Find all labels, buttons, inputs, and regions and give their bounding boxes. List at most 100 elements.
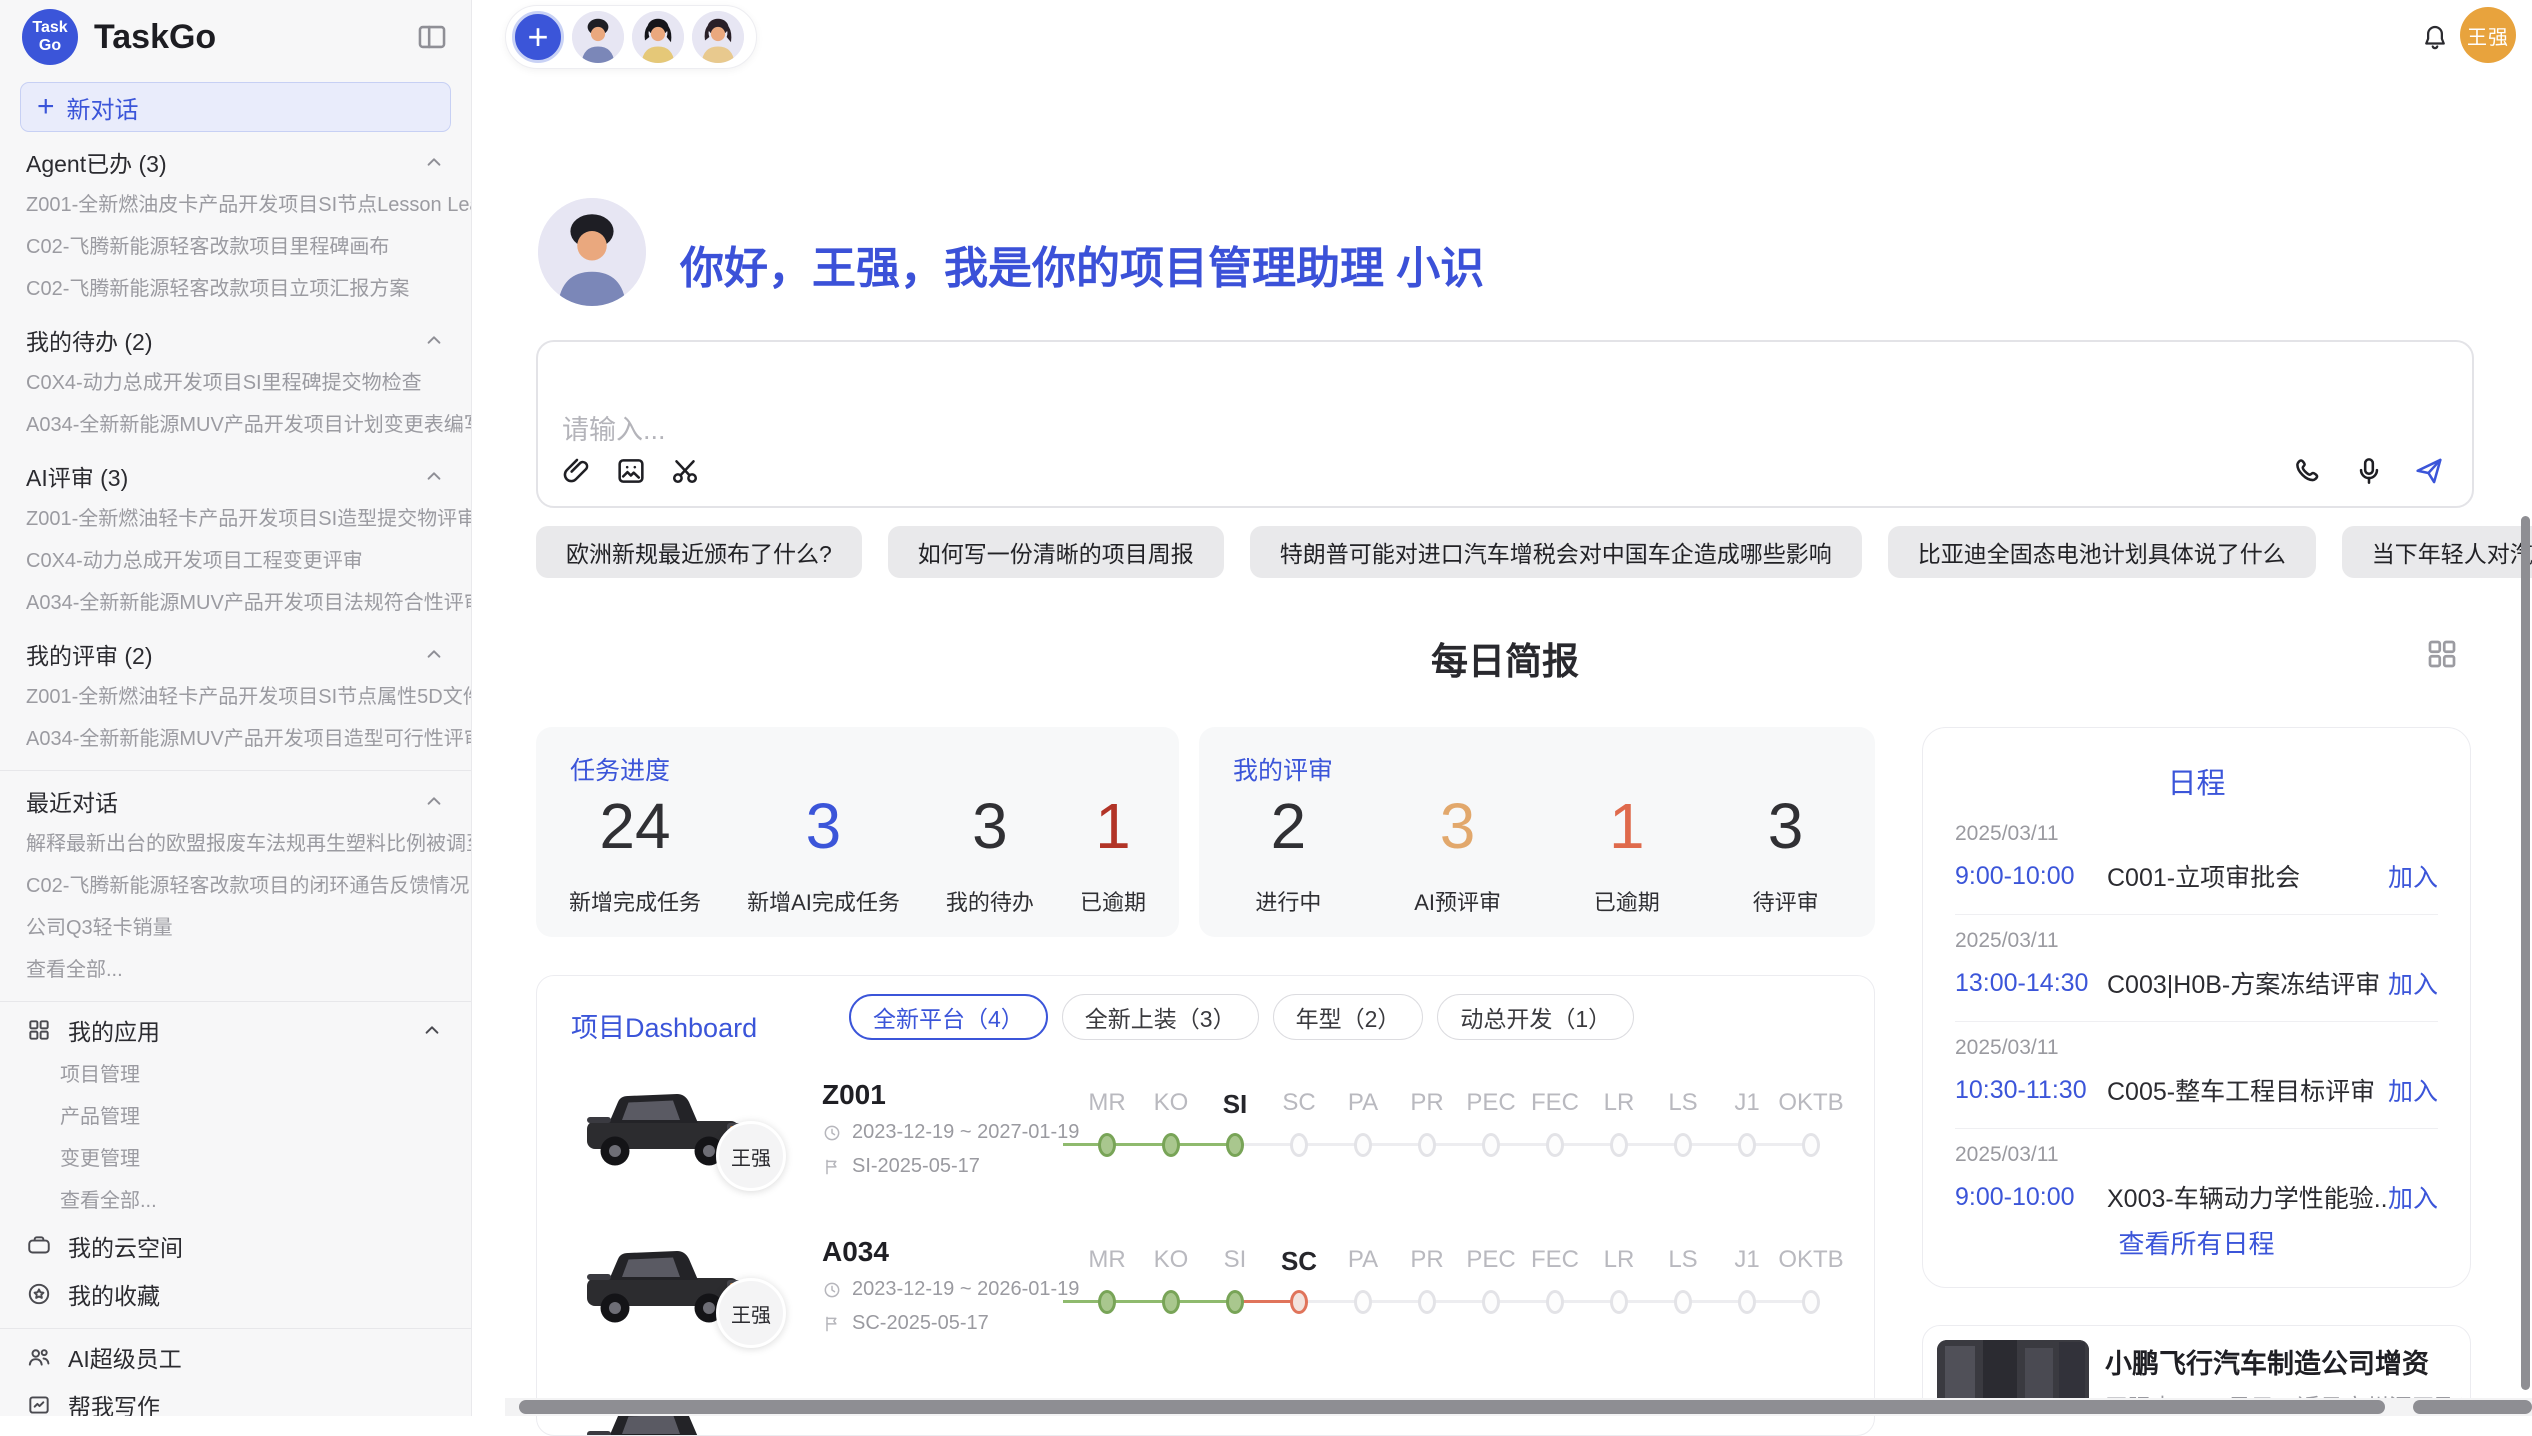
suggestion-chip[interactable]: 特朗普可能对进口汽车增税会对中国车企造成哪些影响 bbox=[1250, 526, 1862, 578]
notification-bell-icon[interactable] bbox=[2420, 22, 2450, 52]
milestone-label: PA bbox=[1328, 1089, 1398, 1117]
chat-input[interactable]: 请输入... bbox=[536, 340, 2474, 508]
schedule-name: X003-车辆动力学性能验... bbox=[2107, 1179, 2388, 1215]
horizontal-scrollbar-track[interactable] bbox=[505, 1398, 2532, 1416]
voice-call-icon[interactable] bbox=[2292, 454, 2326, 488]
milestone-dot[interactable] bbox=[1482, 1290, 1500, 1314]
app-item[interactable]: 产品管理 bbox=[0, 1096, 471, 1138]
sidebar-section-header[interactable]: Agent已办 (3) bbox=[0, 140, 471, 184]
sidebar-link-cloud-space[interactable]: 我的云空间 bbox=[0, 1222, 471, 1270]
add-agent-button[interactable]: + bbox=[512, 11, 564, 63]
milestone-dot[interactable] bbox=[1674, 1133, 1692, 1157]
milestone-dot[interactable] bbox=[1674, 1290, 1692, 1314]
microphone-icon[interactable] bbox=[2352, 454, 2386, 488]
sidebar-item[interactable]: Z001-全新燃油轻卡产品开发项目SI节点属性5D文件评审 bbox=[0, 676, 471, 718]
milestone-dot[interactable] bbox=[1098, 1133, 1116, 1157]
milestone-dot[interactable] bbox=[1802, 1133, 1820, 1157]
milestone-dot[interactable] bbox=[1610, 1133, 1628, 1157]
sidebar-item[interactable]: C02-飞腾新能源轻客改款项目里程碑画布 bbox=[0, 226, 471, 268]
horizontal-scrollbar-thumb-2[interactable] bbox=[2413, 1400, 2532, 1414]
project-code: A034 bbox=[822, 1236, 889, 1268]
milestone-dot[interactable] bbox=[1290, 1290, 1308, 1314]
sidebar-section-title: 我的评审 (2) bbox=[26, 637, 153, 671]
recent-chats-header[interactable]: 最近对话 bbox=[0, 779, 471, 823]
agent-avatar-1[interactable] bbox=[572, 11, 624, 63]
sidebar-section-header[interactable]: 我的待办 (2) bbox=[0, 318, 471, 362]
milestone-dot[interactable] bbox=[1738, 1290, 1756, 1314]
join-link[interactable]: 加入 bbox=[2388, 1072, 2438, 1108]
view-all-chats-link[interactable]: 查看全部... bbox=[0, 949, 471, 991]
milestone-label: PEC bbox=[1456, 1246, 1526, 1274]
milestone-dot[interactable] bbox=[1354, 1133, 1372, 1157]
milestone-dot[interactable] bbox=[1546, 1133, 1564, 1157]
suggestion-chip[interactable]: 欧洲新规最近颁布了什么? bbox=[536, 526, 862, 578]
suggestion-chip[interactable]: 当下年轻人对汽车外观有怎样的喜好趋势 bbox=[2342, 526, 2532, 578]
milestone-dot[interactable] bbox=[1418, 1133, 1436, 1157]
recent-chat-item[interactable]: 公司Q3轻卡销量 bbox=[0, 907, 471, 949]
image-upload-icon[interactable] bbox=[614, 454, 648, 488]
milestone-dot[interactable] bbox=[1610, 1290, 1628, 1314]
project-owner-avatar[interactable]: 王强 bbox=[716, 1278, 786, 1348]
new-chat-button[interactable]: + 新对话 bbox=[20, 82, 451, 132]
stat-value: 24 bbox=[569, 789, 701, 863]
milestone-dot[interactable] bbox=[1802, 1290, 1820, 1314]
milestone-dot[interactable] bbox=[1098, 1290, 1116, 1314]
milestone-label: SI bbox=[1200, 1089, 1270, 1120]
milestone-label: LS bbox=[1648, 1089, 1718, 1117]
sidebar-link-favorites[interactable]: 我的收藏 bbox=[0, 1270, 471, 1318]
milestone-label: OKTB bbox=[1776, 1089, 1846, 1117]
agent-avatar-2[interactable] bbox=[632, 11, 684, 63]
join-link[interactable]: 加入 bbox=[2388, 965, 2438, 1001]
recent-chat-item[interactable]: C02-飞腾新能源轻客改款项目的闭环通告反馈情况 bbox=[0, 865, 471, 907]
suggestion-chip[interactable]: 如何写一份清晰的项目周报 bbox=[888, 526, 1224, 578]
app-item[interactable]: 项目管理 bbox=[0, 1054, 471, 1096]
sidebar-section-header[interactable]: AI评审 (3) bbox=[0, 454, 471, 498]
attachment-icon[interactable] bbox=[560, 454, 594, 488]
flag-icon bbox=[822, 1314, 842, 1334]
milestone-dot[interactable] bbox=[1482, 1133, 1500, 1157]
milestone-dot[interactable] bbox=[1546, 1290, 1564, 1314]
dashboard-filter[interactable]: 全新上装（3） bbox=[1062, 994, 1259, 1040]
user-avatar[interactable]: 王强 bbox=[2460, 7, 2516, 63]
join-link[interactable]: 加入 bbox=[2388, 858, 2438, 894]
stat-label: 待评审 bbox=[1753, 885, 1819, 917]
recent-chat-item[interactable]: 解释最新出台的欧盟报废车法规再生塑料比例被调至15%... bbox=[0, 823, 471, 865]
my-apps-header[interactable]: 我的应用 bbox=[0, 1006, 471, 1054]
milestone-dot[interactable] bbox=[1738, 1133, 1756, 1157]
milestone-dot[interactable] bbox=[1418, 1290, 1436, 1314]
sidebar-item[interactable]: C02-飞腾新能源轻客改款项目立项汇报方案 bbox=[0, 268, 471, 310]
send-icon[interactable] bbox=[2412, 454, 2446, 488]
sidebar-item[interactable]: A034-全新新能源MUV产品开发项目计划变更表编写 bbox=[0, 404, 471, 446]
view-all-schedule-link[interactable]: 查看所有日程 bbox=[1923, 1224, 2470, 1261]
sidebar-item[interactable]: Z001-全新燃油轻卡产品开发项目SI造型提交物评审 bbox=[0, 498, 471, 540]
agent-avatar-3[interactable] bbox=[692, 11, 744, 63]
milestone-dot[interactable] bbox=[1162, 1290, 1180, 1314]
sidebar-tool-ai-staff[interactable]: AI超级员工 bbox=[0, 1333, 471, 1381]
sidebar-item[interactable]: A034-全新新能源MUV产品开发项目造型可行性评审 bbox=[0, 718, 471, 760]
dashboard-filter[interactable]: 全新平台（4） bbox=[849, 994, 1048, 1040]
view-all-apps-link[interactable]: 查看全部... bbox=[0, 1180, 471, 1222]
sidebar-tool-writing[interactable]: 帮我写作 bbox=[0, 1381, 471, 1416]
milestone-dot[interactable] bbox=[1290, 1133, 1308, 1157]
milestone-dot[interactable] bbox=[1162, 1133, 1180, 1157]
app-item[interactable]: 变更管理 bbox=[0, 1138, 471, 1180]
dashboard-filter[interactable]: 动总开发（1） bbox=[1437, 994, 1634, 1040]
logo-text-1: Task bbox=[32, 19, 67, 37]
vertical-scrollbar-thumb[interactable] bbox=[2521, 516, 2530, 1390]
briefing-layout-icon[interactable] bbox=[2424, 636, 2460, 672]
milestone-dot[interactable] bbox=[1226, 1133, 1244, 1157]
sidebar-item[interactable]: Z001-全新燃油皮卡产品开发项目SI节点Lesson Learn报告 bbox=[0, 184, 471, 226]
milestone-dot[interactable] bbox=[1226, 1290, 1244, 1314]
horizontal-scrollbar-thumb[interactable] bbox=[519, 1400, 2385, 1414]
sidebar-item[interactable]: A034-全新新能源MUV产品开发项目法规符合性评审 bbox=[0, 582, 471, 624]
suggestion-chip[interactable]: 比亚迪全固态电池计划具体说了什么 bbox=[1888, 526, 2316, 578]
screenshot-scissors-icon[interactable] bbox=[668, 454, 702, 488]
dashboard-filter[interactable]: 年型（2） bbox=[1273, 994, 1424, 1040]
project-owner-avatar[interactable]: 王强 bbox=[716, 1121, 786, 1191]
sidebar-item[interactable]: C0X4-动力总成开发项目SI里程碑提交物检查 bbox=[0, 362, 471, 404]
milestone-dot[interactable] bbox=[1354, 1290, 1372, 1314]
sidebar-item[interactable]: C0X4-动力总成开发项目工程变更评审 bbox=[0, 540, 471, 582]
sidebar-section-header[interactable]: 我的评审 (2) bbox=[0, 632, 471, 676]
collapse-sidebar-icon[interactable] bbox=[415, 20, 449, 54]
join-link[interactable]: 加入 bbox=[2388, 1179, 2438, 1215]
